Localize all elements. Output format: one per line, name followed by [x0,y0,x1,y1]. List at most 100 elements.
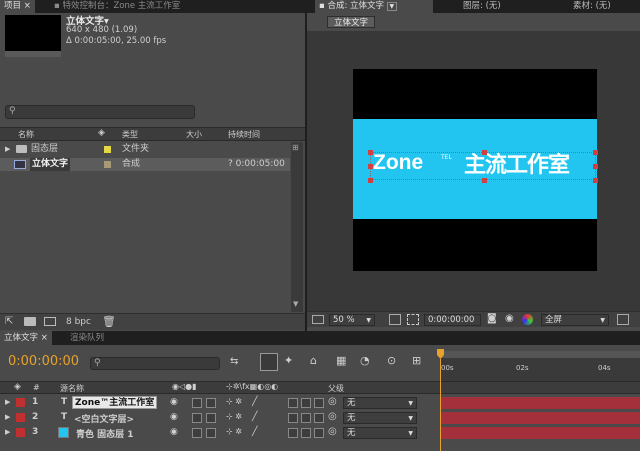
collapse-switch[interactable]: ⊹ ✲ [226,397,242,406]
choose-grid-icon[interactable] [389,314,401,325]
camera-snapshot-icon[interactable]: ◙ [487,313,497,324]
effect-switch[interactable] [288,398,298,408]
label-color-swatch[interactable] [16,428,25,437]
solo-switch[interactable] [192,398,202,408]
expand-arrow-icon[interactable]: ▶ [5,398,10,406]
solo-switch[interactable] [192,428,202,438]
pickwhip-icon[interactable]: ◎ [328,396,337,407]
eye-icon[interactable]: ◉ [170,412,178,422]
comp-canvas[interactable]: Zone TEL 主流工作室 [353,69,598,271]
motion-blur-switch[interactable] [314,413,324,423]
draft-3d-icon[interactable]: ✦ [284,354,293,367]
lock-switch[interactable] [206,398,216,408]
toggle-mask-icon[interactable] [407,314,419,325]
pickwhip-icon[interactable]: ◎ [328,411,337,422]
lock-switch[interactable] [206,413,216,423]
resolution-dropdown[interactable]: 全屏 ▼ [541,314,609,326]
new-folder-icon[interactable] [24,317,36,326]
transform-handle[interactable] [482,150,487,155]
col-name[interactable]: 名称 [18,129,34,140]
tab-render-queue[interactable]: 渲染队列 [66,331,108,345]
eye-icon[interactable]: ◉ [170,427,178,437]
tab-project[interactable]: 项目 × [0,0,35,13]
quality-switch[interactable]: ╱ [252,427,257,437]
motion-blur-icon[interactable]: ◔ [360,354,370,367]
shy-icon[interactable]: ⌂ [310,354,317,367]
collapse-switch[interactable]: ⊹ ✲ [226,412,242,421]
parent-dropdown[interactable]: 无 ▼ [343,412,417,424]
effect-switch[interactable] [288,413,298,423]
layer-name[interactable]: <空白文字层> [74,412,134,425]
layer-row[interactable]: ▶ 2 T <空白文字层> ◉ ⊹ ✲ ╱ ◎ 无 ▼ [0,411,640,425]
effect-switch[interactable] [288,428,298,438]
work-area-bar[interactable] [440,351,640,358]
magnification-dropdown[interactable]: 50 % ▼ [329,314,375,326]
interpret-footage-icon[interactable]: ⇱ [5,316,13,327]
new-composition-icon[interactable] [44,317,56,326]
show-snapshot-icon[interactable]: ◉ [505,313,514,324]
frame-blend-switch[interactable] [301,428,311,438]
tab-timeline[interactable]: 立体文字 × [0,331,52,345]
col-source-name[interactable]: 源名称 [60,383,84,394]
scroll-down-icon[interactable]: ▼ [293,300,298,308]
tab-effect-controls[interactable]: ▪ 特效控制台：Zone 主流工作室 [50,0,184,13]
label-color-swatch[interactable] [104,161,111,168]
project-item-folder[interactable]: ▶ 固态层 文件夹 [0,143,290,156]
comp-subtab[interactable]: 立体文字 [327,16,376,28]
layer-duration-bar[interactable] [441,412,640,424]
transform-handle[interactable] [593,178,598,183]
expand-arrow-icon[interactable]: ▶ [5,428,10,436]
chevron-down-icon[interactable]: ▼ [386,2,397,11]
transform-handle[interactable] [593,150,598,155]
expand-arrow-icon[interactable]: ▶ [5,413,10,421]
current-time-display[interactable]: 0:00:00:00 [8,354,79,369]
tab-composition[interactable]: ▪ 合成: 立体文字 ▼ [315,0,433,13]
label-color-swatch[interactable] [16,413,25,422]
collapse-switch[interactable]: ⊹ ✲ [226,427,242,436]
label-color-swatch[interactable] [104,146,111,153]
tab-layer[interactable]: 图层: (无) [459,0,505,13]
transform-handle[interactable] [482,178,487,183]
project-item-comp[interactable]: 立体文字 合成 ? 0:00:05:00 [0,158,290,171]
timeline-search-input[interactable]: ⚲ [90,357,220,370]
frame-blend-switch[interactable] [301,413,311,423]
mini-flowchart-icon[interactable]: ⇆ [230,356,238,367]
lock-switch[interactable] [206,428,216,438]
expand-arrow-icon[interactable]: ▶ [5,143,10,156]
project-search-input[interactable]: ⚲ [5,105,195,119]
close-icon[interactable]: × [24,1,31,11]
layer-name[interactable]: 青色 固态层 1 [76,427,134,440]
parent-dropdown[interactable]: 无 ▼ [343,397,417,409]
col-type[interactable]: 类型 [122,129,138,140]
comp-viewer[interactable]: Zone TEL 主流工作室 [307,31,640,319]
col-size[interactable]: 大小 [186,129,202,140]
layer-name[interactable]: Zone™主流工作室 [72,396,158,409]
trash-icon[interactable]: 🗑 [102,315,116,328]
quality-switch[interactable]: ╱ [252,397,257,407]
layer-duration-bar[interactable] [441,427,640,439]
frame-blending-icon[interactable]: ▦ [336,354,346,367]
project-scrollbar[interactable]: ⊞ ▼ [291,142,303,312]
flowchart-icon[interactable]: ⊞ [292,143,299,152]
layer-duration-bar[interactable] [441,397,640,409]
preview-toggle-icon[interactable] [312,315,324,324]
brainstorm-icon[interactable]: ⊞ [412,354,421,367]
col-duration[interactable]: 持续时间 [228,129,260,140]
layer-row[interactable]: ▶ 1 T Zone™主流工作室 ◉ ⊹ ✲ ╱ ◎ 无 ▼ [0,396,640,410]
label-color-swatch[interactable] [16,398,25,407]
transform-handle[interactable] [593,164,598,169]
channel-icon[interactable] [522,314,533,325]
col-parent[interactable]: 父级 [328,383,344,394]
solo-switch[interactable] [192,413,202,423]
quality-switch[interactable]: ╱ [252,412,257,422]
region-of-interest-icon[interactable] [617,314,629,325]
tab-footage[interactable]: 素材: (无) [569,0,615,13]
graph-editor-icon[interactable]: ⊙ [387,354,396,367]
layer-row[interactable]: ▶ 3 青色 固态层 1 ◉ ⊹ ✲ ╱ ◎ 无 ▼ [0,426,640,440]
col-number[interactable]: # [33,383,40,392]
bpc-button[interactable]: 8 bpc [66,317,91,327]
transform-handle[interactable] [368,178,373,183]
frame-blend-switch[interactable] [301,398,311,408]
transform-handle[interactable] [368,150,373,155]
parent-dropdown[interactable]: 无 ▼ [343,427,417,439]
